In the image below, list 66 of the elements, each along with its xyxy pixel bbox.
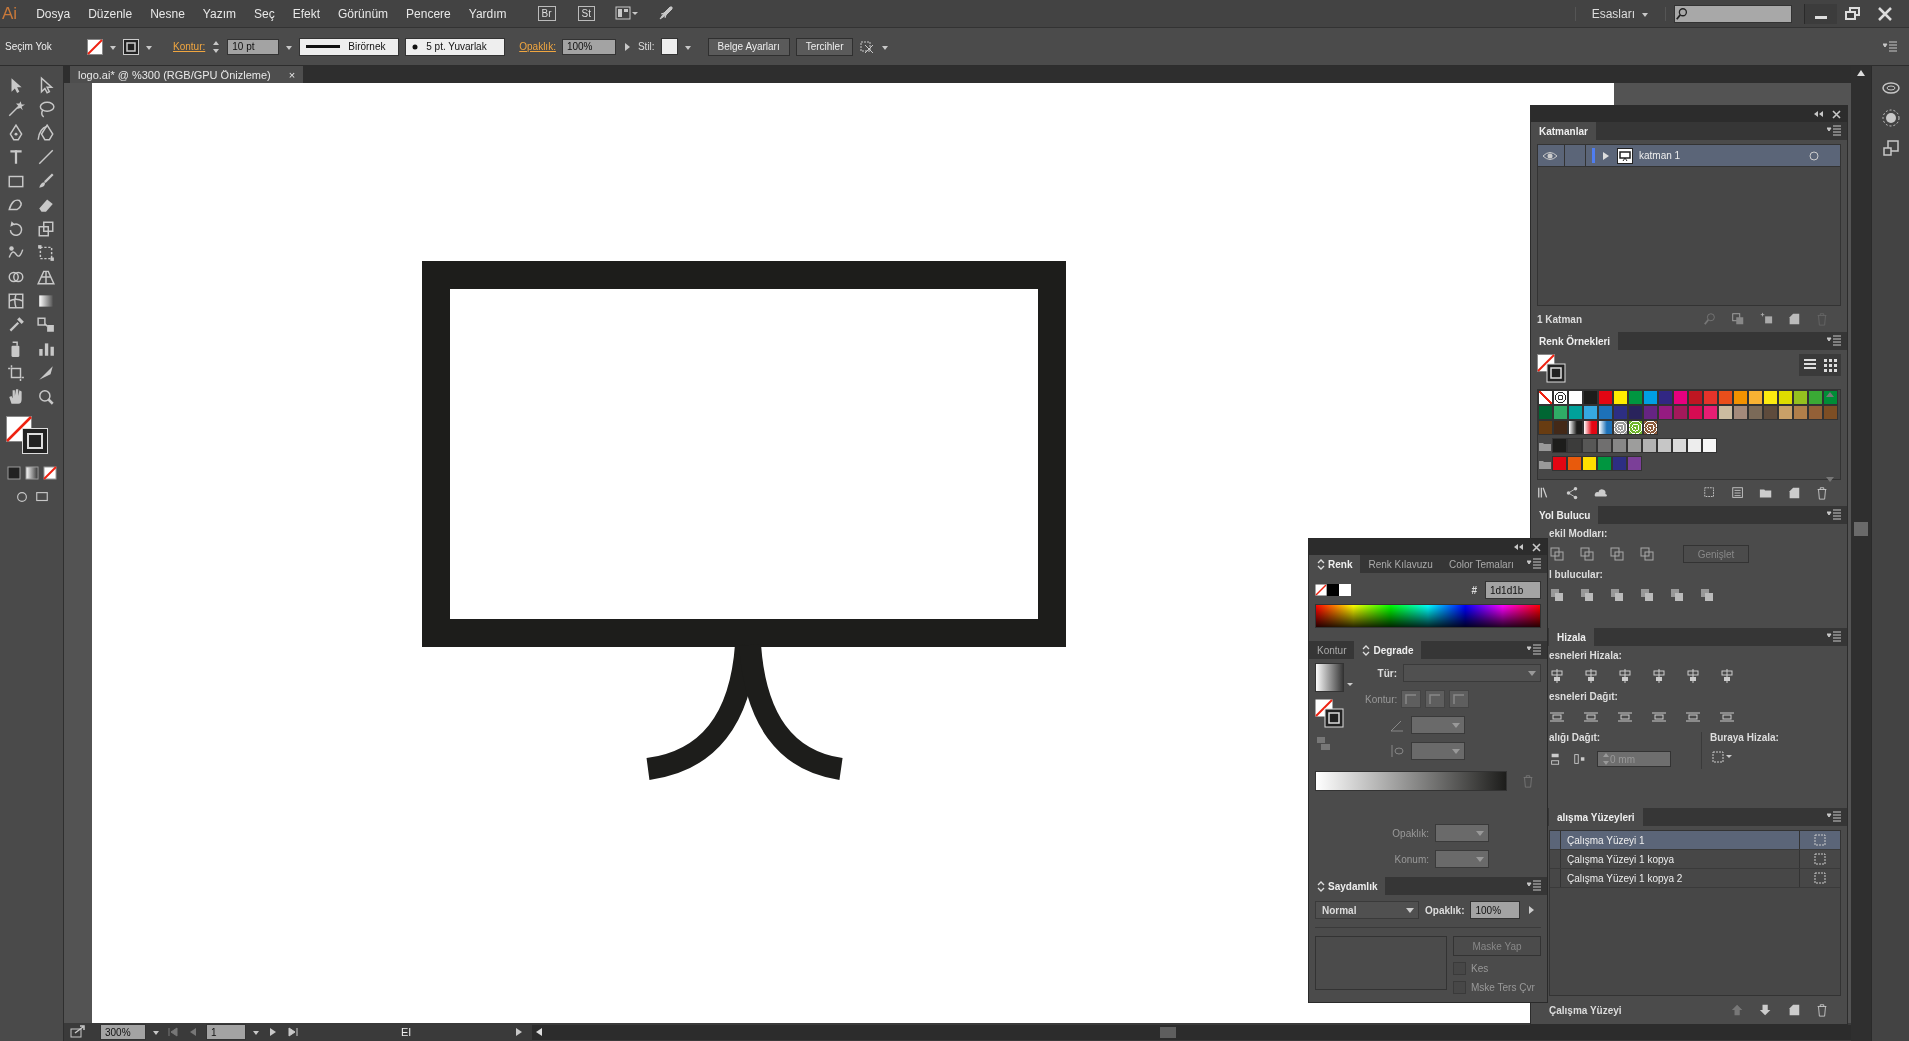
layer-row[interactable]: katman 1 xyxy=(1538,145,1840,167)
opacity-field[interactable]: 100% xyxy=(1470,901,1521,919)
section-label: ekil Modları: xyxy=(1549,528,1609,539)
section-label: Buraya Hizala: xyxy=(1710,732,1779,743)
stock-button[interactable]: St xyxy=(577,6,595,21)
section-label: l bulucular: xyxy=(1549,569,1604,580)
checkbox-label: Mske Ters Çvr xyxy=(1471,982,1535,993)
opacity-label: Opaklık: xyxy=(1425,904,1465,916)
artboard-count: Çalışma Yüzeyi xyxy=(1549,1004,1623,1016)
panel-tab[interactable]: Kontur xyxy=(1309,641,1355,659)
stroke-profile-dropdown[interactable]: Birörnek xyxy=(299,37,400,56)
field-label: Konum: xyxy=(1394,853,1429,865)
layer-name: katman 1 xyxy=(1639,150,1682,161)
bridge-button[interactable]: Br xyxy=(537,6,556,21)
menu-item[interactable]: Yardım xyxy=(459,6,516,21)
field-label: Tür: xyxy=(1377,667,1397,679)
workspace-switcher[interactable]: Esasları xyxy=(1574,6,1666,21)
panel-tab[interactable]: Katmanlar xyxy=(1531,122,1596,140)
artboard-row[interactable]: Çalışma Yüzeyi 1 kopya 2 xyxy=(1550,869,1840,888)
artboard-field[interactable]: 1 xyxy=(206,1024,246,1040)
blend-mode-dropdown[interactable]: Normal xyxy=(1315,901,1419,919)
brush-dropdown[interactable]: 5 pt. Yuvarlak xyxy=(405,37,506,56)
panel-tab[interactable]: Degrade xyxy=(1354,641,1422,659)
menu-item[interactable]: Düzenle xyxy=(79,6,142,21)
field-label: Opaklık: xyxy=(1392,827,1429,839)
menu-item[interactable]: Efekt xyxy=(283,6,330,21)
field-label: Kontur: xyxy=(1365,693,1398,705)
section-label: esneleri Hizala: xyxy=(1549,650,1623,661)
stroke-link[interactable]: Kontur: xyxy=(173,41,206,52)
style-label: Stil: xyxy=(637,41,655,52)
panel-tab[interactable]: Yol Bulucu xyxy=(1531,506,1599,524)
artboard-row[interactable]: Çalışma Yüzeyi 1 kopya xyxy=(1550,850,1840,869)
hex-label: # xyxy=(1471,584,1477,596)
menu-item[interactable]: Nesne xyxy=(141,6,194,21)
artboard-name: Çalışma Yüzeyi 1 kopya xyxy=(1560,850,1799,868)
current-tool-label: El xyxy=(400,1026,412,1038)
tab-close-button[interactable]: × xyxy=(288,68,296,81)
artboard-name: Çalışma Yüzeyi 1 kopya 2 xyxy=(1560,869,1799,887)
document-setup-button[interactable]: Belge Ayarları xyxy=(707,37,790,56)
section-label: alığı Dağıt: xyxy=(1549,732,1602,743)
document-tab[interactable]: logo.ai* @ %300 (RGB/GPU Önizleme) × xyxy=(70,66,304,84)
selection-status: Seçim Yok xyxy=(5,41,53,52)
panel-tab[interactable]: Hizala xyxy=(1549,628,1594,646)
menu-item[interactable]: Seç xyxy=(245,6,284,21)
artboard-row[interactable]: Çalışma Yüzeyi 1 xyxy=(1550,831,1840,850)
checkbox-label: Kes xyxy=(1471,963,1489,974)
menu-item[interactable]: Yazım xyxy=(193,6,245,21)
stroke-weight-field[interactable]: 10 pt xyxy=(227,38,280,55)
zoom-field[interactable]: 300% xyxy=(100,1024,146,1040)
preferences-button[interactable]: Tercihler xyxy=(795,37,854,56)
menu-item[interactable]: Pencere xyxy=(397,6,460,21)
panel-tab[interactable]: Renk Örnekleri xyxy=(1531,332,1619,350)
panel-tab[interactable]: alışma Yüzeyleri xyxy=(1549,808,1643,826)
panel-tab[interactable]: Saydamlık xyxy=(1309,877,1386,895)
menu-item[interactable]: Dosya xyxy=(27,6,80,21)
hex-field[interactable]: 1d1d1b xyxy=(1485,581,1541,599)
panel-tab[interactable]: Renk xyxy=(1309,555,1361,573)
layer-count: 1 Katman xyxy=(1537,313,1583,325)
section-label: esneleri Dağıt: xyxy=(1549,691,1619,702)
artboard-name: Çalışma Yüzeyi 1 xyxy=(1560,831,1799,849)
opacity-link[interactable]: Opaklık: xyxy=(519,41,556,52)
panel-tab[interactable]: Renk Kılavuzu xyxy=(1360,555,1441,573)
menu-item[interactable]: Görünüm xyxy=(329,6,398,21)
opacity-field[interactable]: 100% xyxy=(561,38,616,55)
app-logo: Ai xyxy=(1,3,19,24)
panel-tab[interactable]: Color Temaları xyxy=(1440,555,1522,573)
